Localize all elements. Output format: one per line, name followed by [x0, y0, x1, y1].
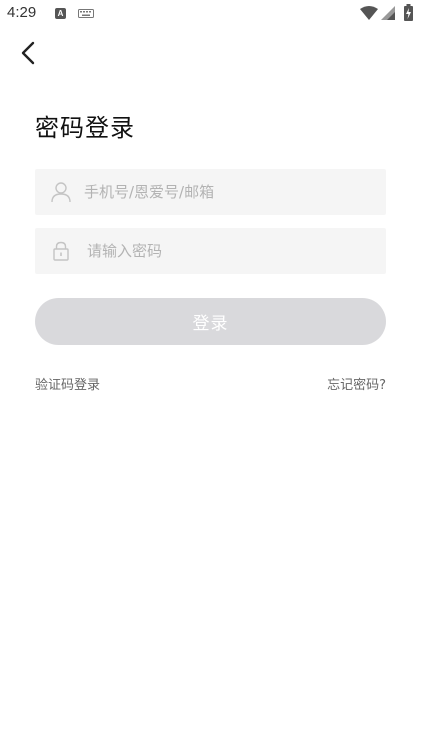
sms-login-link[interactable]: 验证码登录: [35, 374, 100, 393]
password-input[interactable]: [87, 228, 377, 274]
login-screen: 4:29 A 密码登录 手机号/恩爱号/邮箱 登录 验证码登录 忘记密码?: [0, 0, 421, 750]
page-title: 密码登录: [35, 114, 135, 142]
status-bar: 4:29 A: [0, 0, 421, 28]
login-button[interactable]: 登录: [35, 298, 386, 345]
a-notification-icon: A: [55, 8, 66, 19]
chevron-left-icon: [21, 41, 35, 65]
back-button[interactable]: [14, 38, 44, 68]
user-icon: [51, 182, 71, 203]
account-input[interactable]: [84, 169, 374, 215]
account-input-row: [35, 169, 386, 215]
status-time: 4:29: [7, 4, 37, 21]
password-input-row: [35, 228, 386, 274]
keyboard-icon: [78, 9, 94, 18]
lock-icon: [53, 241, 69, 261]
wifi-icon: [360, 6, 378, 20]
battery-charging-icon: [404, 4, 413, 21]
forgot-password-link[interactable]: 忘记密码?: [327, 374, 386, 393]
cell-signal-icon: [381, 6, 395, 20]
